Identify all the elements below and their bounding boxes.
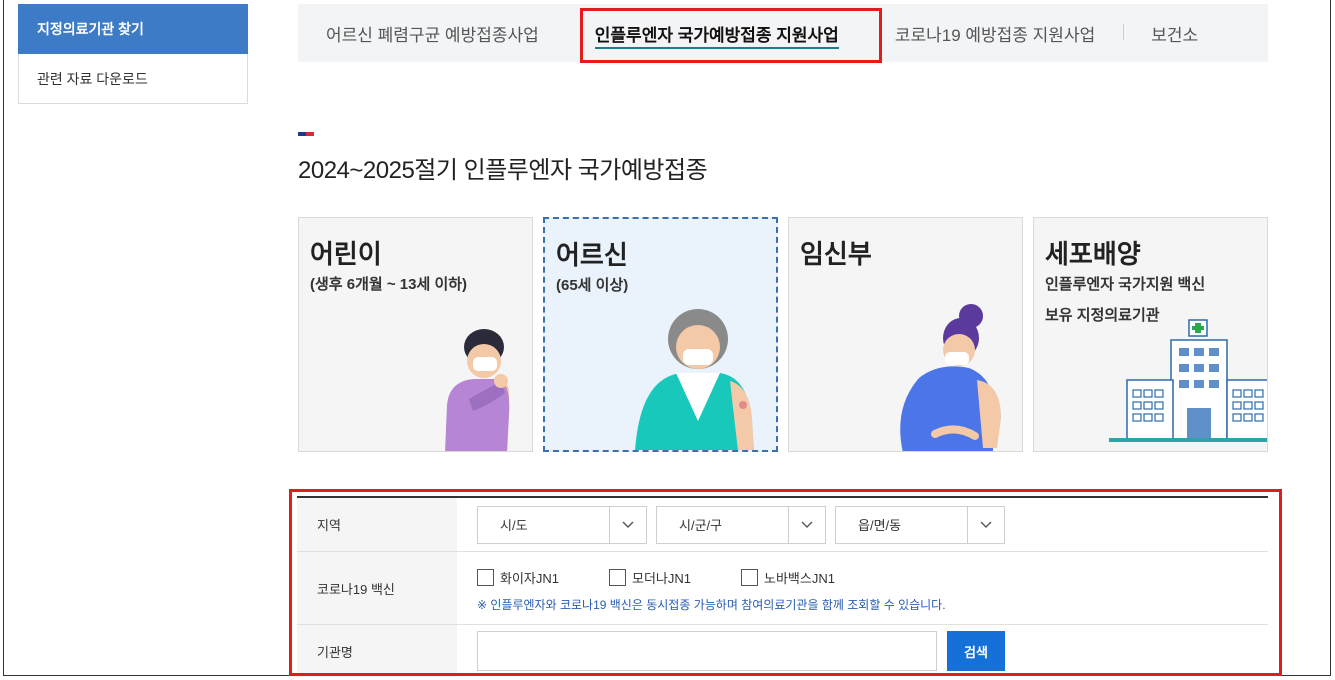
institution-name-label: 기관명 [297,625,457,677]
card-title: 임신부 [800,239,872,269]
select-value: 시/도 [500,518,528,533]
covid-vaccine-label: 코로나19 백신 [297,552,457,624]
tab-label: 코로나19 예방접종 지원사업 [894,25,1096,45]
town-select[interactable]: 읍/면/동 [835,505,1005,544]
tab-health-center[interactable]: 보건소 [1123,21,1226,46]
chevron-down-icon [788,506,825,543]
search-button[interactable]: 검색 [947,631,1005,671]
tab-pneumococcal[interactable]: 어르신 폐렴구균 예방접종사업 [298,21,567,46]
select-value: 시/군/구 [679,518,723,533]
hospital-illustration [1109,319,1267,442]
card-title: 어린이 [310,239,382,269]
novavax-checkbox[interactable]: 노바백스JN1 [741,568,835,587]
province-select[interactable]: 시/도 [477,505,647,544]
tab-covid19[interactable]: 코로나19 예방접종 지원사업 [867,21,1123,46]
region-label: 지역 [297,498,457,551]
card-subtitle: (65세 이상) [556,277,629,294]
card-pregnant[interactable]: 임신부 [788,217,1023,452]
checkbox-label: 화이자JN1 [500,571,559,586]
tab-influenza[interactable]: 인플루엔자 국가예방접종 지원사업 [567,21,867,49]
senior-illustration [635,309,754,450]
tab-label: 인플루엔자 국가예방접종 지원사업 [594,25,839,49]
child-illustration [445,329,510,451]
checkbox-box[interactable] [477,569,494,586]
chevron-down-icon [967,506,1004,543]
card-subtitle: 인플루엔자 국가지원 백신 [1045,276,1206,293]
tab-bar: 어르신 폐렴구균 예방접종사업 인플루엔자 국가예방접종 지원사업 코로나19 … [298,4,1268,62]
page-title: 2024~2025절기 인플루엔자 국가예방접종 [298,157,708,184]
card-children[interactable]: 어린이 (생후 6개월 ~ 13세 이하) [298,217,533,452]
card-title: 어르신 [556,240,628,270]
sidebar-item-downloads[interactable]: 관련 자료 다운로드 [18,54,248,104]
tab-label: 어르신 폐렴구균 예방접종사업 [326,25,539,45]
pfizer-checkbox[interactable]: 화이자JN1 [477,568,559,587]
city-select[interactable]: 시/군/구 [656,505,826,544]
sidebar-item-find-institution[interactable]: 지정의료기관 찾기 [18,4,248,54]
checkbox-box[interactable] [741,569,758,586]
heading-marker [298,132,314,136]
select-value: 읍/면/동 [858,518,902,533]
checkbox-label: 모더나JN1 [632,571,691,586]
tab-label: 보건소 [1151,25,1199,45]
card-subtitle: (생후 6개월 ~ 13세 이하) [310,276,468,293]
institution-name-input[interactable] [477,631,937,671]
chevron-down-icon [609,506,646,543]
search-form: 지역 시/도 시/군/구 읍/면/동 코로나19 백신 화이자JN1 모더나JN… [297,496,1268,677]
checkbox-box[interactable] [609,569,626,586]
card-seniors[interactable]: 어르신 (65세 이상) [543,217,778,452]
institution-name-row: 기관명 검색 [297,625,1268,677]
covid-vaccine-row: 코로나19 백신 화이자JN1 모더나JN1 노바백스JN1 ※ 인플루엔자와 … [297,552,1268,625]
card-title: 세포배양 [1045,239,1141,269]
region-row: 지역 시/도 시/군/구 읍/면/동 [297,498,1268,552]
card-cell-culture[interactable]: 세포배양 인플루엔자 국가지원 백신 보유 지정의료기관 [1033,217,1268,452]
covid-note: ※ 인플루엔자와 코로나19 백신은 동시접종 가능하며 참여의료기관을 함께 … [477,598,946,612]
checkbox-label: 노바백스JN1 [764,571,835,586]
sidebar: 지정의료기관 찾기 관련 자료 다운로드 [18,4,248,104]
pregnant-illustration [900,304,1001,451]
moderna-checkbox[interactable]: 모더나JN1 [609,568,691,587]
